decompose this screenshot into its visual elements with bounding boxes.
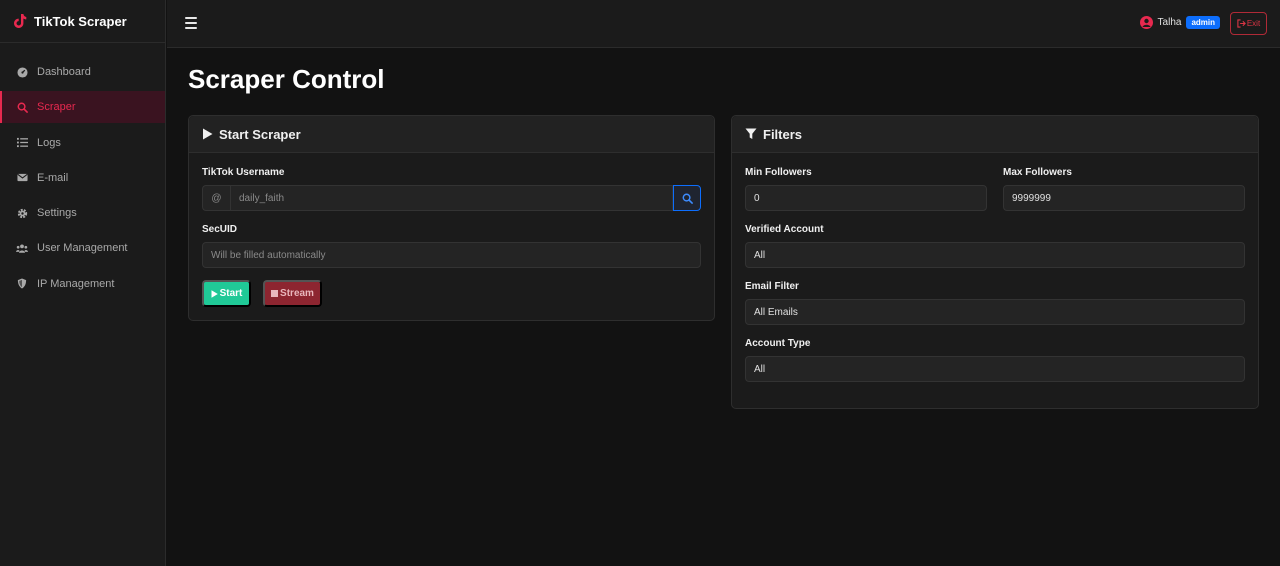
secuid-label: SecUID: [202, 224, 238, 235]
sidebar-nav: Dashboard Scraper Logs E-mail Settings U…: [0, 56, 165, 300]
sidebar-item-label: IP Management: [37, 277, 115, 290]
sidebar-item-ip-management[interactable]: IP Management: [0, 268, 165, 300]
search-icon: [682, 193, 693, 204]
sidebar-item-logs[interactable]: Logs: [0, 127, 165, 159]
username-input-group: @ daily_faith: [202, 185, 701, 211]
max-followers-label: Max Followers: [1003, 167, 1072, 178]
brand[interactable]: TikTok Scraper: [0, 0, 165, 43]
sidebar-item-email[interactable]: E-mail: [0, 162, 165, 194]
sidebar-item-label: User Management: [37, 242, 128, 255]
list-icon: [16, 137, 28, 149]
play-icon: [202, 128, 213, 140]
max-followers-input[interactable]: 9999999: [1003, 185, 1245, 211]
verified-account-select[interactable]: All: [745, 242, 1245, 268]
sidebar: TikTok Scraper Dashboard Scraper Logs E-…: [0, 0, 166, 566]
stop-icon: [271, 290, 279, 297]
play-icon: [211, 289, 218, 298]
sidebar-item-user-management[interactable]: User Management: [0, 232, 165, 264]
stream-label: Stream: [280, 288, 314, 299]
card-title: Filters: [763, 126, 803, 142]
sidebar-item-label: Logs: [37, 136, 61, 149]
app-title: TikTok Scraper: [34, 13, 127, 29]
sidebar-item-scraper[interactable]: Scraper: [0, 91, 165, 124]
filter-icon: [745, 128, 757, 140]
secuid-input[interactable]: Will be filled automatically: [202, 242, 701, 268]
tiktok-logo-icon: [14, 14, 27, 28]
sign-out-icon: [1237, 19, 1246, 28]
card-header: Filters: [732, 116, 1258, 153]
stream-button[interactable]: Stream: [263, 280, 322, 307]
search-icon: [16, 101, 28, 113]
email-filter-select[interactable]: All Emails: [745, 299, 1245, 325]
user-info[interactable]: Talha admin: [1139, 16, 1220, 29]
start-scraper-card: Start Scraper TikTok Username @ daily_fa…: [188, 115, 715, 321]
filters-card: Filters Min Followers 0 Max Followers 99…: [731, 115, 1259, 409]
shield-icon: [16, 278, 28, 290]
card-header: Start Scraper: [189, 116, 714, 153]
verified-account-label: Verified Account: [745, 224, 824, 235]
exit-button[interactable]: Exit: [1230, 12, 1267, 35]
card-title: Start Scraper: [219, 126, 301, 142]
gear-icon: [16, 207, 28, 219]
topbar: Talha admin Exit: [167, 0, 1280, 48]
start-button[interactable]: Start: [202, 280, 251, 307]
role-badge: admin: [1186, 16, 1220, 29]
email-filter-label: Email Filter: [745, 281, 799, 292]
start-label: Start: [219, 288, 243, 299]
user-name: Talha: [1157, 17, 1182, 28]
account-type-label: Account Type: [745, 338, 811, 349]
users-icon: [16, 242, 28, 254]
card-body: TikTok Username @ daily_faith SecUID Wil…: [189, 153, 714, 268]
sidebar-item-label: Scraper: [37, 101, 76, 114]
exit-label: Exit: [1246, 19, 1261, 28]
sidebar-item-settings[interactable]: Settings: [0, 197, 165, 229]
username-label: TikTok Username: [202, 167, 285, 178]
lookup-button[interactable]: [673, 185, 701, 211]
username-input[interactable]: daily_faith: [230, 185, 673, 211]
sidebar-item-label: Dashboard: [37, 66, 91, 78]
page-title: Scraper Control: [188, 64, 385, 94]
sidebar-item-label: Settings: [37, 207, 77, 220]
min-followers-input[interactable]: 0: [745, 185, 987, 211]
account-type-select[interactable]: All: [745, 356, 1245, 382]
menu-toggle-icon[interactable]: [185, 17, 197, 29]
sidebar-item-label: E-mail: [37, 171, 69, 184]
envelope-icon: [16, 172, 28, 184]
card-body: Min Followers 0 Max Followers 9999999 Ve…: [732, 153, 1258, 382]
user-avatar-icon: [1139, 16, 1153, 29]
at-prefix: @: [202, 185, 230, 211]
min-followers-label: Min Followers: [745, 167, 812, 178]
sidebar-item-dashboard[interactable]: Dashboard: [0, 56, 165, 88]
dashboard-icon: [16, 66, 28, 78]
